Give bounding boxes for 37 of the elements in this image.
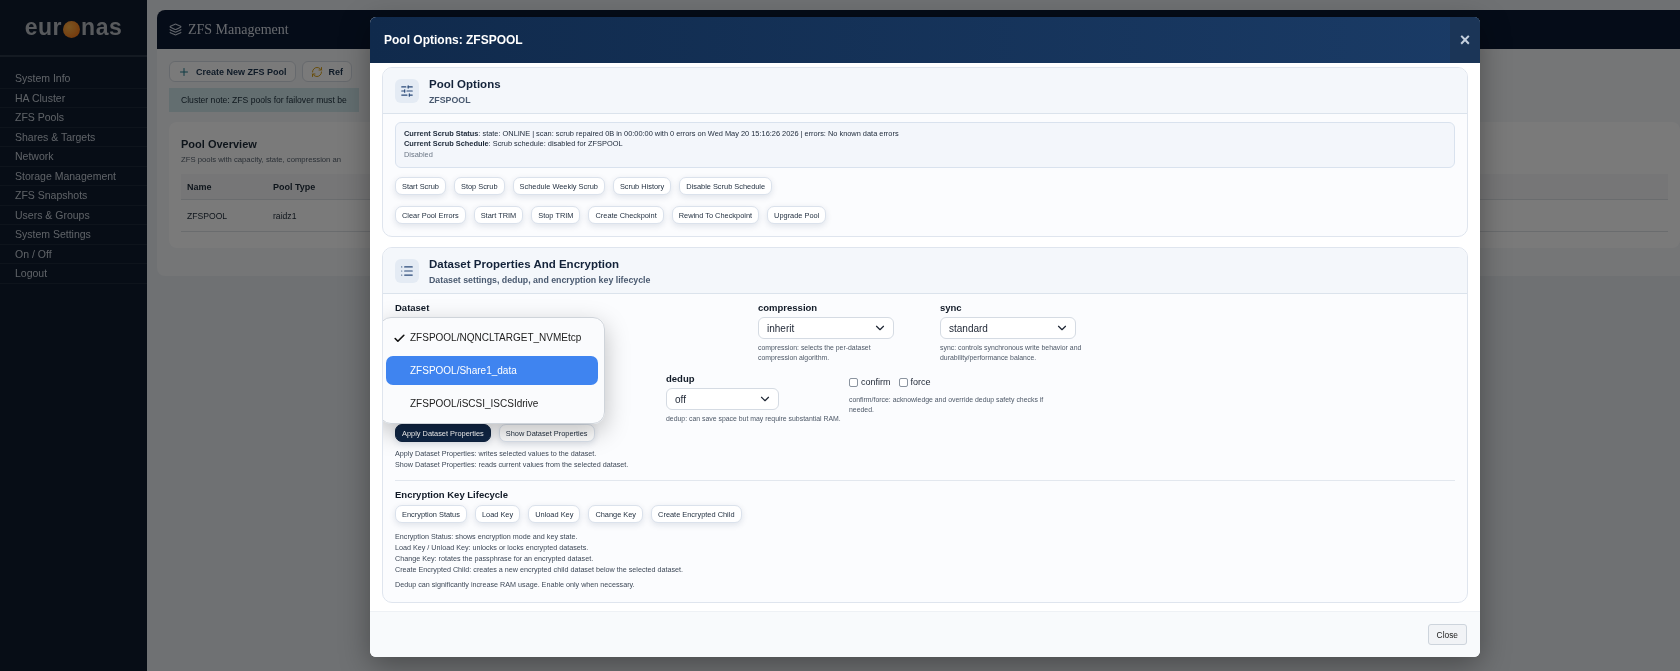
sliders-icon (395, 79, 419, 103)
plus-icon (178, 65, 190, 78)
layers-icon (169, 23, 182, 36)
card-subtitle: ZFSPOOL (429, 95, 472, 105)
field-label: Dataset (395, 302, 431, 313)
panel-title: ZFS Management (188, 21, 289, 38)
refresh-icon (310, 65, 323, 78)
logo-text: eur (24, 14, 63, 41)
toolbar-button[interactable]: Create New ZFS Pool (169, 61, 296, 82)
field-label: dedup (666, 373, 696, 384)
column-header: Pool Type (272, 181, 317, 192)
section-title: Encryption Key Lifecycle (395, 489, 509, 500)
table-cell-text: raidz1 (272, 210, 298, 221)
table-cell-text: ZFSPOOL (186, 210, 229, 221)
list-icon (395, 259, 419, 283)
column-header: Name (186, 181, 213, 192)
logo-ball-icon (63, 21, 81, 38)
checkbox[interactable]: confirm (849, 377, 891, 387)
dropdown-option[interactable]: ZFSPOOL/iSCSI_ISCSIdrive (386, 389, 598, 418)
close-button[interactable]: Close (1427, 624, 1467, 645)
card-title: Pool Overview (181, 138, 257, 150)
logo-text: nas (81, 14, 123, 41)
sync-select[interactable]: standard (940, 317, 1076, 339)
field-label: compression (758, 302, 819, 313)
card-subtitle: Dataset settings, dedup, and encryption key lifecycle (429, 275, 651, 285)
cluster-note: Cluster note: ZFS pools for failover must be (169, 88, 359, 112)
dropdown-option[interactable]: ZFSPOOL/NQNCLTARGET_NVMEtcp (386, 323, 598, 352)
field-label: sync (940, 302, 963, 313)
close-button[interactable]: × (1450, 17, 1480, 63)
dropdown-option[interactable]: ZFSPOOL/Share1_data (386, 356, 598, 385)
card-title: Dataset Properties And Encryption (429, 258, 620, 270)
dedup-select[interactable]: off (666, 388, 779, 410)
card-title: Pool Options (429, 78, 501, 90)
checkbox[interactable]: force (898, 377, 931, 387)
toolbar-button[interactable]: Ref (301, 61, 353, 82)
compression-select[interactable]: inherit (758, 317, 894, 339)
modal-title: Pool Options: ZFSPOOL (384, 33, 523, 47)
